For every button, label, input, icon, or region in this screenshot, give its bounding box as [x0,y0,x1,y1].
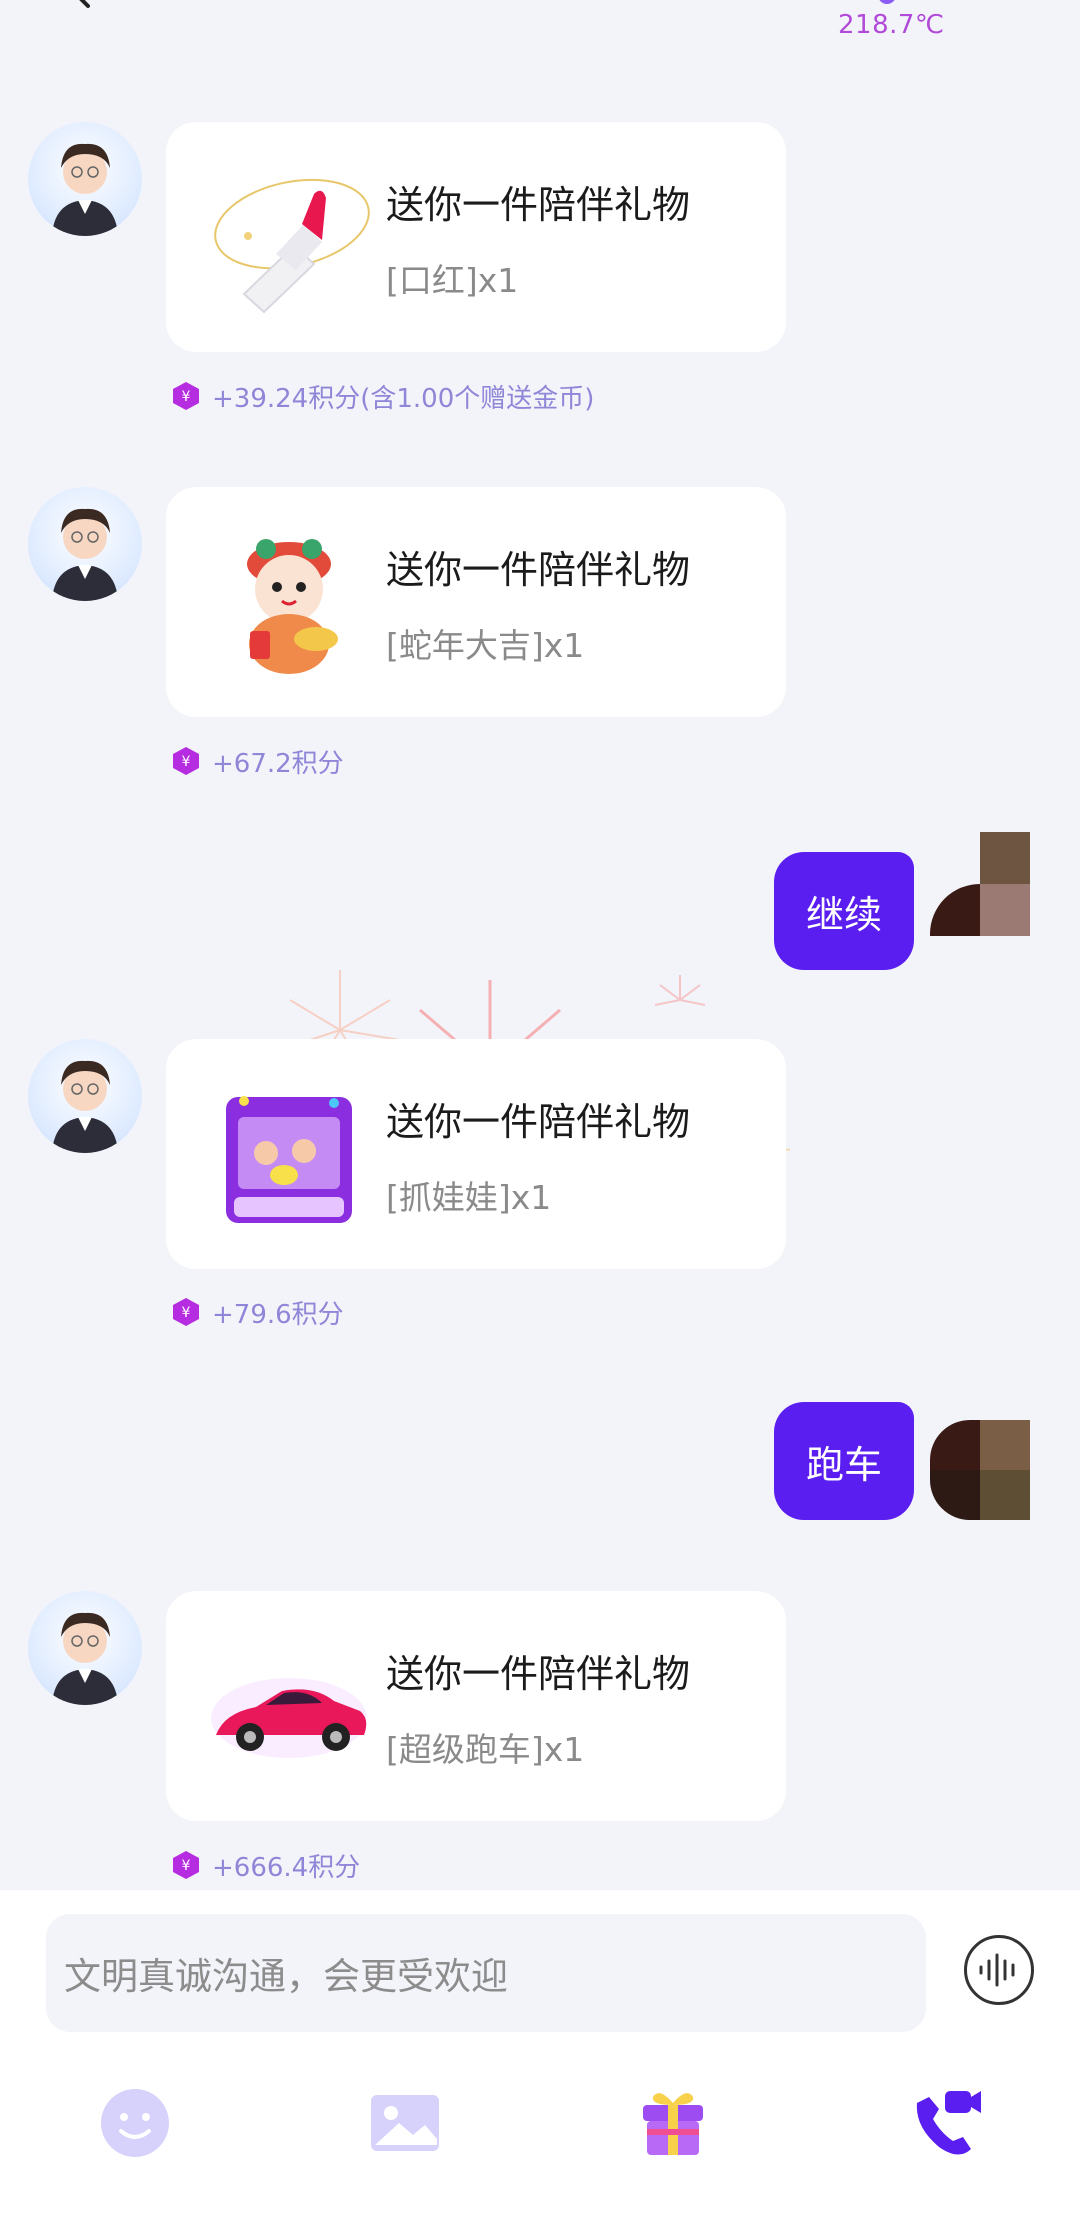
gift-title: 送你一件陪伴礼物 [386,183,691,227]
svg-text:¥: ¥ [182,389,191,405]
message-input[interactable]: 文明真诚沟通，会更受欢迎 [46,1914,926,2032]
gift-name-quantity: [蛇年大吉]x1 [386,626,585,665]
emoji-icon[interactable] [90,2078,180,2168]
points-gem-icon: ¥ [170,380,202,412]
chat-header: 218.7℃ [0,0,1080,60]
voice-input-icon[interactable] [964,1935,1034,2005]
image-icon[interactable] [360,2078,450,2168]
chat-input-bar: 文明真诚沟通，会更受欢迎 [0,1890,1080,2225]
points-gem-icon: ¥ [170,745,202,777]
points-earned: ¥ +39.24积分(含1.00个赠送金币) [170,376,594,416]
points-earned: ¥ +79.6积分 [170,1292,344,1332]
gift-name-quantity: [超级跑车]x1 [386,1730,585,1769]
gift-message-card[interactable]: 送你一件陪伴礼物 [蛇年大吉]x1 [166,487,786,717]
gift-name-quantity: [抓娃娃]x1 [386,1178,552,1217]
snake-mascot-icon [204,519,374,689]
svg-text:¥: ¥ [182,1305,191,1321]
lipstick-icon [204,154,374,324]
my-text-bubble[interactable]: 跑车 [774,1402,914,1520]
gift-message-card[interactable]: 送你一件陪伴礼物 [超级跑车]x1 [166,1591,786,1821]
avatar[interactable] [28,122,142,236]
points-earned: ¥ +666.4积分 [170,1845,360,1885]
gift-title: 送你一件陪伴礼物 [386,548,691,592]
claw-machine-icon [204,1071,374,1241]
message-row: 继续 [0,830,1080,980]
intimacy-temperature: 218.7℃ [838,10,945,40]
video-call-icon[interactable] [900,2078,990,2168]
points-earned: ¥ +67.2积分 [170,741,344,781]
svg-text:¥: ¥ [182,1858,191,1874]
svg-text:¥: ¥ [182,754,191,770]
message-row: 跑车 [0,1380,1080,1530]
back-arrow-icon[interactable] [60,0,100,10]
gift-message-card[interactable]: 送你一件陪伴礼物 [抓娃娃]x1 [166,1039,786,1269]
gift-icon[interactable] [628,2078,718,2168]
my-avatar[interactable] [930,1420,1030,1520]
points-gem-icon: ¥ [170,1849,202,1881]
gift-title: 送你一件陪伴礼物 [386,1652,691,1696]
message-row: 送你一件陪伴礼物 [口红]x1 ¥ +39.24积分(含1.00个赠送金币) [0,120,1080,420]
message-row: 送你一件陪伴礼物 [蛇年大吉]x1 ¥ +67.2积分 [0,485,1080,785]
gift-name-quantity: [口红]x1 [386,261,519,300]
avatar[interactable] [28,487,142,601]
sports-car-icon [204,1623,374,1793]
gift-message-card[interactable]: 送你一件陪伴礼物 [口红]x1 [166,122,786,352]
gift-title: 送你一件陪伴礼物 [386,1100,691,1144]
my-avatar[interactable] [930,832,1030,936]
my-text-bubble[interactable]: 继续 [774,852,914,970]
message-row: 送你一件陪伴礼物 [超级跑车]x1 ¥ +666.4积分 [0,1589,1080,1889]
avatar[interactable] [28,1591,142,1705]
intimacy-indicator-icon [878,0,896,4]
points-gem-icon: ¥ [170,1296,202,1328]
avatar[interactable] [28,1039,142,1153]
message-row: 送你一件陪伴礼物 [抓娃娃]x1 ¥ +79.6积分 [0,1037,1080,1337]
